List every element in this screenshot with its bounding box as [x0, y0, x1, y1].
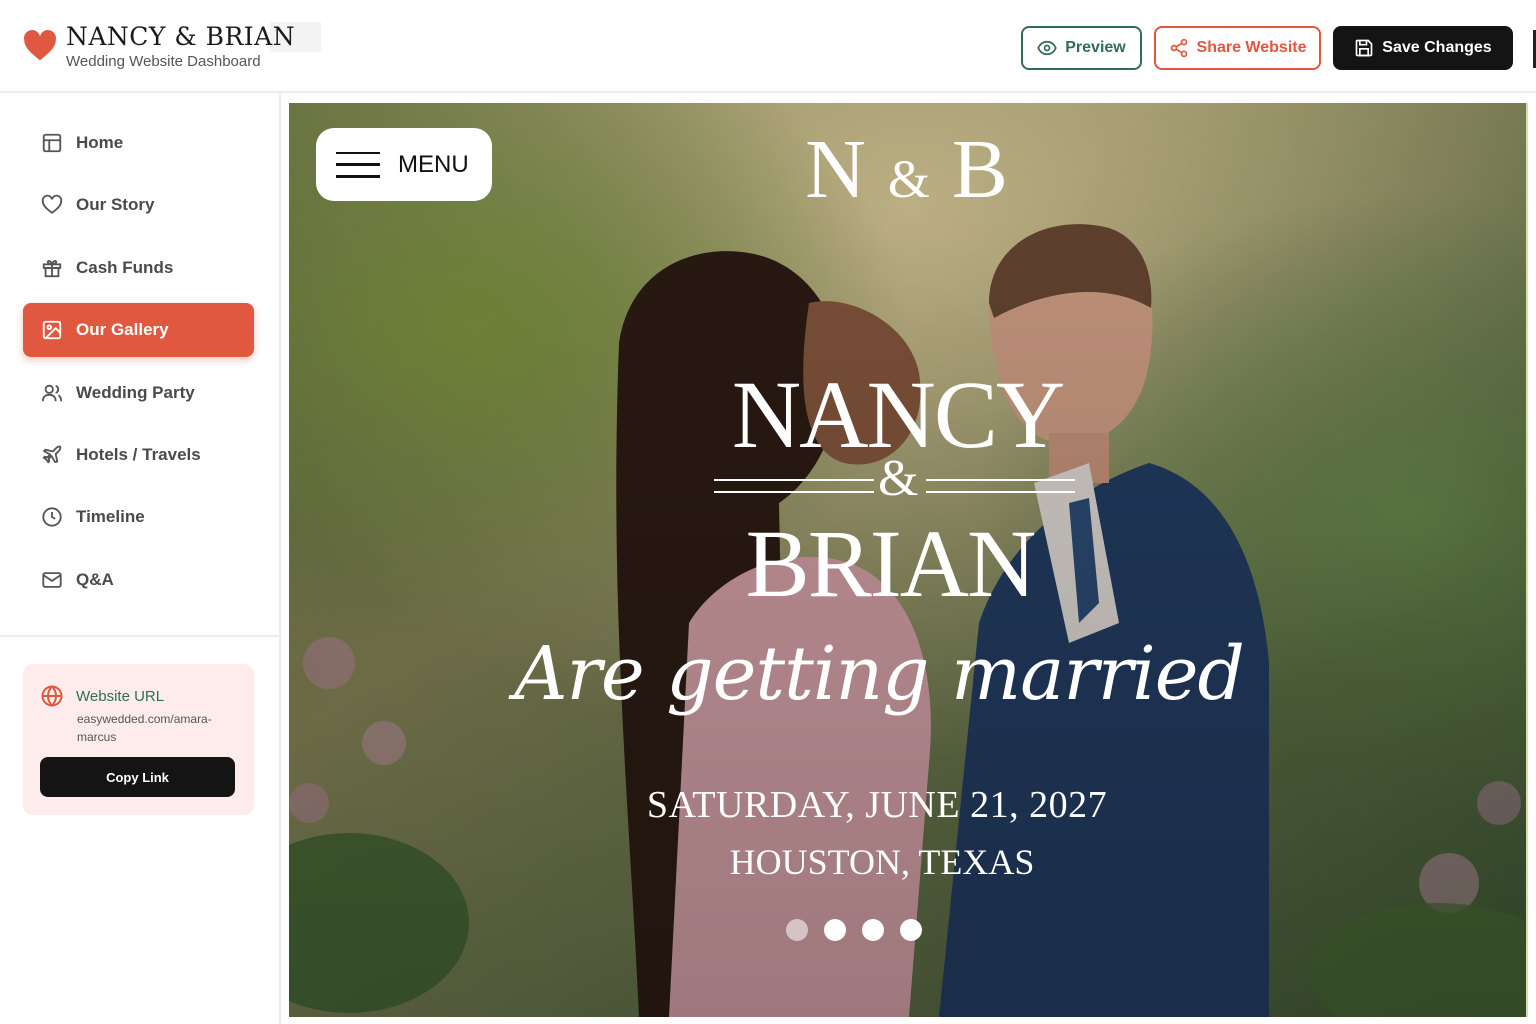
- sidebar-divider: [0, 635, 280, 637]
- website-url-heading: Website URL: [40, 684, 164, 708]
- brand-subtitle: Wedding Website Dashboard: [66, 53, 261, 70]
- names-divider: &: [714, 450, 1075, 507]
- sidebar-item-label: Q&A: [76, 569, 114, 589]
- mail-icon: [40, 568, 64, 592]
- sidebar-nav: Home Our Story Cash Funds Our Gallery We…: [23, 116, 254, 615]
- sidebar-item-label: Home: [76, 133, 124, 152]
- users-icon: [40, 381, 64, 405]
- sidebar-item-wedding-party[interactable]: Wedding Party: [23, 366, 254, 420]
- sidebar-item-our-gallery[interactable]: Our Gallery: [23, 303, 254, 358]
- preview-label: Preview: [1065, 39, 1126, 56]
- monogram-amp: &: [887, 149, 934, 209]
- website-hero-preview: MENU N & B NANCY & BRIAN Are getting marri…: [289, 103, 1528, 1017]
- sidebar-item-label: Our Story: [76, 195, 155, 215]
- sidebar: Home Our Story Cash Funds Our Gallery We…: [0, 93, 281, 1024]
- monogram: N & B: [289, 121, 1526, 218]
- website-url-card: Website URL easywedded.com/amara-marcus …: [23, 664, 254, 815]
- eye-icon: [1037, 40, 1057, 56]
- copy-link-button[interactable]: Copy Link: [40, 757, 235, 797]
- plane-icon: [40, 443, 64, 467]
- wedding-location: HOUSTON, TEXAS: [729, 842, 1035, 882]
- couple-name-second: BRIAN: [745, 510, 1037, 617]
- sidebar-item-label: Hotels / Travels: [76, 444, 201, 464]
- sidebar-item-label: Wedding Party: [76, 382, 195, 402]
- sidebar-item-qa[interactable]: Q&A: [23, 553, 254, 607]
- top-bar: NANCY & BRIAN Wedding Website Dashboard …: [0, 0, 1536, 93]
- sidebar-item-hotels-travels[interactable]: Hotels / Travels: [23, 428, 254, 482]
- save-icon: [1355, 39, 1373, 57]
- heart-icon: [24, 30, 56, 61]
- heart-outline-icon: [40, 193, 64, 217]
- slide-dots: [786, 919, 922, 941]
- website-url-label: Website URL: [76, 687, 165, 705]
- sidebar-item-cash-funds[interactable]: Cash Funds: [23, 241, 254, 295]
- monogram-left: N: [805, 123, 870, 216]
- names-amp: &: [878, 450, 919, 507]
- clock-icon: [40, 505, 64, 529]
- slide-dot[interactable]: [900, 919, 922, 941]
- slide-dot[interactable]: [786, 919, 808, 941]
- slide-dot[interactable]: [824, 919, 846, 941]
- monogram-right: B: [951, 123, 1012, 216]
- slide-dot[interactable]: [862, 919, 884, 941]
- sidebar-item-label: Timeline: [76, 507, 145, 527]
- sidebar-item-our-story[interactable]: Our Story: [23, 178, 254, 232]
- preview-button[interactable]: Preview: [1021, 26, 1142, 70]
- image-icon: [40, 318, 64, 342]
- globe-icon: [41, 685, 63, 707]
- tagline: Are getting married: [514, 631, 1245, 717]
- sidebar-item-timeline[interactable]: Timeline: [23, 490, 254, 544]
- gift-icon: [40, 256, 64, 280]
- website-url-value: easywedded.com/amara-marcus: [77, 712, 212, 744]
- brand-title: NANCY & BRIAN: [66, 22, 322, 52]
- wedding-date: SATURDAY, JUNE 21, 2027: [646, 784, 1108, 826]
- layout-icon: [40, 131, 64, 155]
- share-website-button[interactable]: Share Website: [1154, 26, 1321, 70]
- sidebar-item-home[interactable]: Home: [23, 116, 254, 170]
- save-label: Save Changes: [1382, 39, 1492, 56]
- sidebar-item-label: Cash Funds: [76, 257, 174, 277]
- share-label: Share Website: [1196, 39, 1307, 56]
- share-icon: [1170, 38, 1187, 58]
- save-changes-button[interactable]: Save Changes: [1333, 26, 1513, 70]
- brand: NANCY & BRIAN Wedding Website Dashboard: [22, 22, 322, 70]
- sidebar-item-label: Our Gallery: [76, 320, 169, 340]
